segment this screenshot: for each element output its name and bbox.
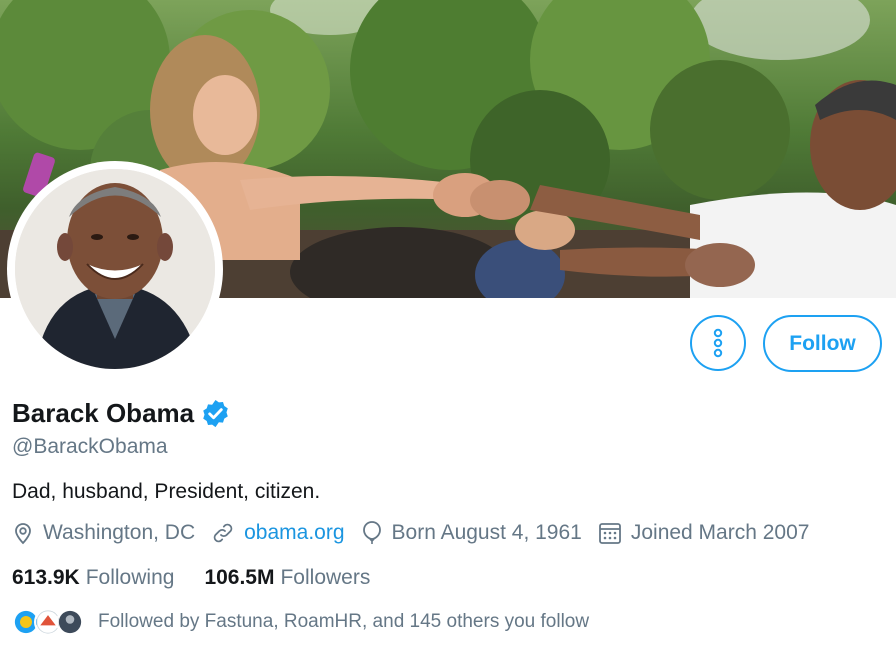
following-label: Following <box>85 566 175 589</box>
meta-joined: Joined March 2007 <box>598 521 810 545</box>
profile-name: Barack Obama <box>12 398 195 428</box>
meta-location: Washington, DC <box>12 521 195 545</box>
website-link[interactable]: obama.org <box>244 521 344 545</box>
profile-handle: @BarackObama <box>12 435 168 458</box>
followers-label: Followers <box>280 566 371 589</box>
followers-count-link[interactable]: 106.5M Followers <box>204 566 370 590</box>
location-text: Washington, DC <box>43 521 196 544</box>
follower-avatar-other[interactable] <box>56 608 84 636</box>
link-icon <box>213 523 233 543</box>
joined-text: Joined March 2007 <box>630 521 810 544</box>
more-options-button[interactable] <box>690 315 746 371</box>
profile-name-row: Barack Obama <box>12 398 231 429</box>
followed-by-text[interactable]: Followed by Fastuna, RoamHR, and 145 oth… <box>98 611 589 633</box>
followed-by-row[interactable]: Followed by Fastuna, RoamHR, and 145 oth… <box>12 608 589 636</box>
calendar-icon <box>598 523 621 544</box>
followers-count: 106.5M <box>204 566 275 589</box>
more-options-icon <box>713 328 723 358</box>
meta-website[interactable]: obama.org <box>211 521 345 545</box>
follow-counts: 613.9K Following 106.5M Followers <box>12 566 400 590</box>
verified-badge-icon <box>203 399 228 428</box>
meta-birthday: Born August 4, 1961 <box>361 520 582 546</box>
birthday-text: Born August 4, 1961 <box>391 521 582 544</box>
balloon-icon <box>362 521 381 544</box>
profile-meta: Washington, DC obama.org Born August 4, … <box>12 520 825 546</box>
location-icon <box>15 523 31 545</box>
follow-button[interactable]: Follow <box>763 315 882 372</box>
avatar[interactable] <box>15 169 215 369</box>
following-count-link[interactable]: 613.9K Following <box>12 566 174 590</box>
following-count: 613.9K <box>12 566 80 589</box>
profile-bio: Dad, husband, President, citizen. <box>12 480 321 503</box>
